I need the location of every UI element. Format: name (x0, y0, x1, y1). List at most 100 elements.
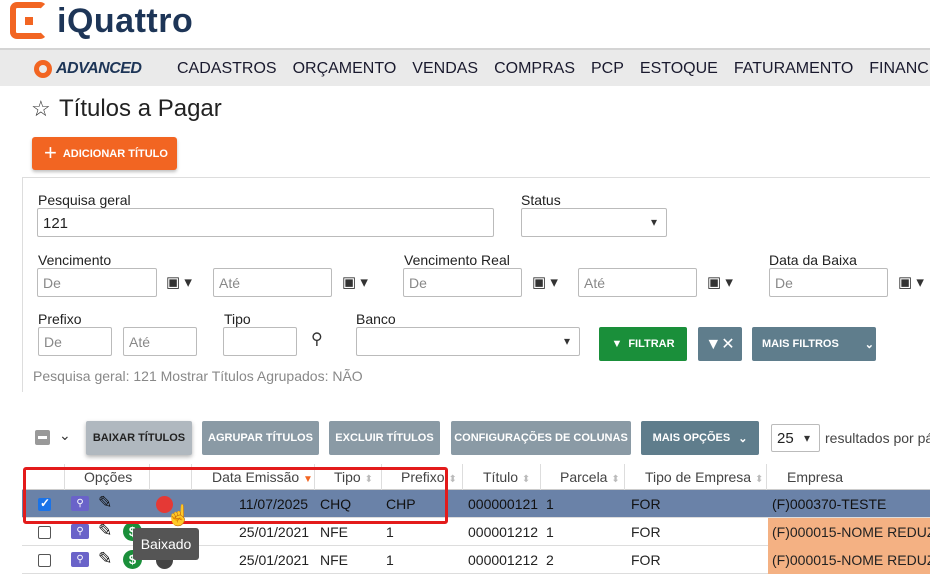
cell-titulo: 000000121 (468, 496, 539, 512)
sort-icon: ⬍ (448, 474, 457, 485)
chevron-down-icon: ▾ (651, 215, 658, 229)
per-page-label: resultados por pá (825, 430, 930, 446)
add-title-label: ADICIONAR TÍTULO (62, 147, 168, 160)
sort-icon: ⬍ (611, 474, 620, 485)
cell-empresa: (F)000015-NOME REDUZIDO (772, 524, 930, 540)
cell-parcela: 1 (546, 524, 554, 540)
col-tipo-empresa[interactable]: Tipo de Empresa ⬍ (645, 469, 763, 485)
banco-select[interactable]: ▾ (356, 327, 580, 356)
logo-icon (10, 2, 47, 39)
vencimento-real-de-input[interactable]: De (403, 268, 522, 297)
cell-data-emissao: 25/01/2021 (239, 552, 310, 568)
tipo-label: Tipo (224, 311, 251, 327)
calendar-icon[interactable]: ▣ ▾ (707, 273, 733, 291)
status-select[interactable]: ▾ (521, 208, 667, 237)
plus-icon: + (44, 139, 57, 165)
pesquisa-input[interactable]: 121 (37, 208, 494, 237)
calendar-icon[interactable]: ▣ ▾ (166, 273, 192, 291)
status-tooltip: Baixado (133, 528, 199, 560)
cell-empresa: (F)000015-NOME REDUZIDO (772, 552, 930, 568)
nav-vendas[interactable]: VENDAS (412, 60, 478, 78)
page-title: Títulos a Pagar (59, 95, 222, 122)
filter-button[interactable]: ▼ FILTRAR (599, 327, 687, 361)
prefixo-de-input[interactable]: De (38, 327, 112, 356)
row-checkbox[interactable] (38, 554, 51, 567)
more-options-button[interactable]: MAIS OPÇÕES ⌄ (641, 421, 759, 455)
cell-titulo: 000001212 (468, 552, 539, 568)
cell-tipo-empresa: FOR (631, 524, 661, 540)
sort-icon: ⬍ (754, 474, 764, 485)
sort-icon: ⬍ (521, 474, 531, 485)
vencimento-ate-input[interactable]: Até (213, 268, 332, 297)
cell-empresa: (F)000370-TESTE (772, 496, 887, 512)
vencimento-de-input[interactable]: De (37, 268, 157, 297)
search-icon[interactable]: ⚲ (311, 329, 323, 349)
add-title-button[interactable]: + ADICIONAR TÍTULO (32, 137, 177, 170)
more-options-label: MAIS OPÇÕES (652, 432, 731, 444)
hand-cursor-icon: ☝ (166, 505, 191, 527)
per-page-value: 25 (777, 430, 794, 447)
chevron-down-icon: ▾ (564, 334, 571, 348)
edit-pencil-icon[interactable]: ✎ (98, 549, 112, 569)
nav-compras[interactable]: COMPRAS (494, 60, 575, 78)
chevron-down-icon: ⌄ (864, 338, 875, 351)
data-baixa-de-input[interactable]: De (769, 268, 888, 297)
col-titulo[interactable]: Título ⬍ (483, 469, 530, 485)
brand-name: iQuattro (57, 2, 194, 40)
excluir-titulos-button[interactable]: EXCLUIR TÍTULOS (329, 421, 440, 455)
cell-tipo-empresa: FOR (631, 552, 661, 568)
baixar-titulos-button[interactable]: BAIXAR TÍTULOS (86, 421, 192, 455)
nav-estoque[interactable]: ESTOQUE (640, 60, 718, 78)
data-baixa-label: Data da Baixa (769, 252, 857, 268)
more-filters-label: MAIS FILTROS (762, 338, 839, 350)
cell-prefixo: 1 (386, 524, 394, 540)
cell-tipo: NFE (320, 552, 348, 568)
col-empresa[interactable]: Empresa (787, 469, 843, 485)
agrupar-titulos-button[interactable]: AGRUPAR TÍTULOS (202, 421, 319, 455)
tipo-input[interactable] (223, 327, 297, 356)
nav-cadastros[interactable]: CADASTROS (177, 60, 277, 78)
pesquisa-label: Pesquisa geral (38, 192, 131, 208)
column-settings-button[interactable]: CONFIGURAÇÕES DE COLUNAS (451, 421, 631, 455)
filter-summary: Pesquisa geral: 121 Mostrar Títulos Agru… (33, 368, 363, 384)
cell-tipo-empresa: FOR (631, 496, 661, 512)
cell-data-emissao: 25/01/2021 (239, 524, 310, 540)
cell-tipo: NFE (320, 524, 348, 540)
chevron-down-icon: ⌄ (738, 432, 748, 445)
vencimento-real-ate-input[interactable]: Até (578, 268, 697, 297)
view-icon[interactable]: ⚲ (71, 524, 89, 539)
gear-icon (34, 60, 52, 78)
nav-orcamento[interactable]: ORÇAMENTO (293, 60, 397, 78)
status-label: Status (521, 192, 561, 208)
nav-faturamento[interactable]: FATURAMENTO (734, 60, 853, 78)
nav-pcp[interactable]: PCP (591, 60, 624, 78)
nav-menu: CADASTROS ORÇAMENTO VENDAS COMPRAS PCP E… (177, 60, 930, 78)
edition-label: ADVANCED (56, 60, 142, 77)
edit-pencil-icon[interactable]: ✎ (98, 521, 112, 541)
edition-badge[interactable]: ADVANCED (34, 60, 142, 78)
favorite-star-icon[interactable]: ☆ (31, 96, 51, 122)
calendar-icon[interactable]: ▣ ▾ (898, 273, 924, 291)
cell-prefixo: 1 (386, 552, 394, 568)
cell-parcela: 1 (546, 496, 554, 512)
calendar-icon[interactable]: ▣ ▾ (342, 273, 368, 291)
more-filters-button[interactable]: MAIS FILTROS ⌄ (752, 327, 876, 361)
select-all-checkbox[interactable] (35, 430, 50, 445)
calendar-icon[interactable]: ▣ ▾ (532, 273, 558, 291)
clear-filter-button[interactable]: ▼✕ (698, 327, 742, 361)
row-checkbox[interactable] (38, 526, 51, 539)
chevron-down-icon: ▾ (804, 431, 811, 445)
col-parcela[interactable]: Parcela ⬍ (560, 469, 620, 485)
prefixo-ate-input[interactable]: Até (123, 327, 197, 356)
cell-titulo: 000001212 (468, 524, 539, 540)
nav-financeiro[interactable]: FINANCEIRO (869, 60, 930, 78)
vencimento-real-label: Vencimento Real (404, 252, 510, 268)
main-nav: ADVANCED CADASTROS ORÇAMENTO VENDAS COMP… (0, 48, 930, 86)
filter-clear-icon: ▼✕ (705, 336, 735, 353)
view-icon[interactable]: ⚲ (71, 552, 89, 567)
highlight-box (23, 467, 448, 524)
banco-label: Banco (356, 311, 396, 327)
per-page-select[interactable]: 25 ▾ (771, 424, 820, 452)
cell-parcela: 2 (546, 552, 554, 568)
chevron-down-icon[interactable]: ⌄ (59, 427, 71, 444)
